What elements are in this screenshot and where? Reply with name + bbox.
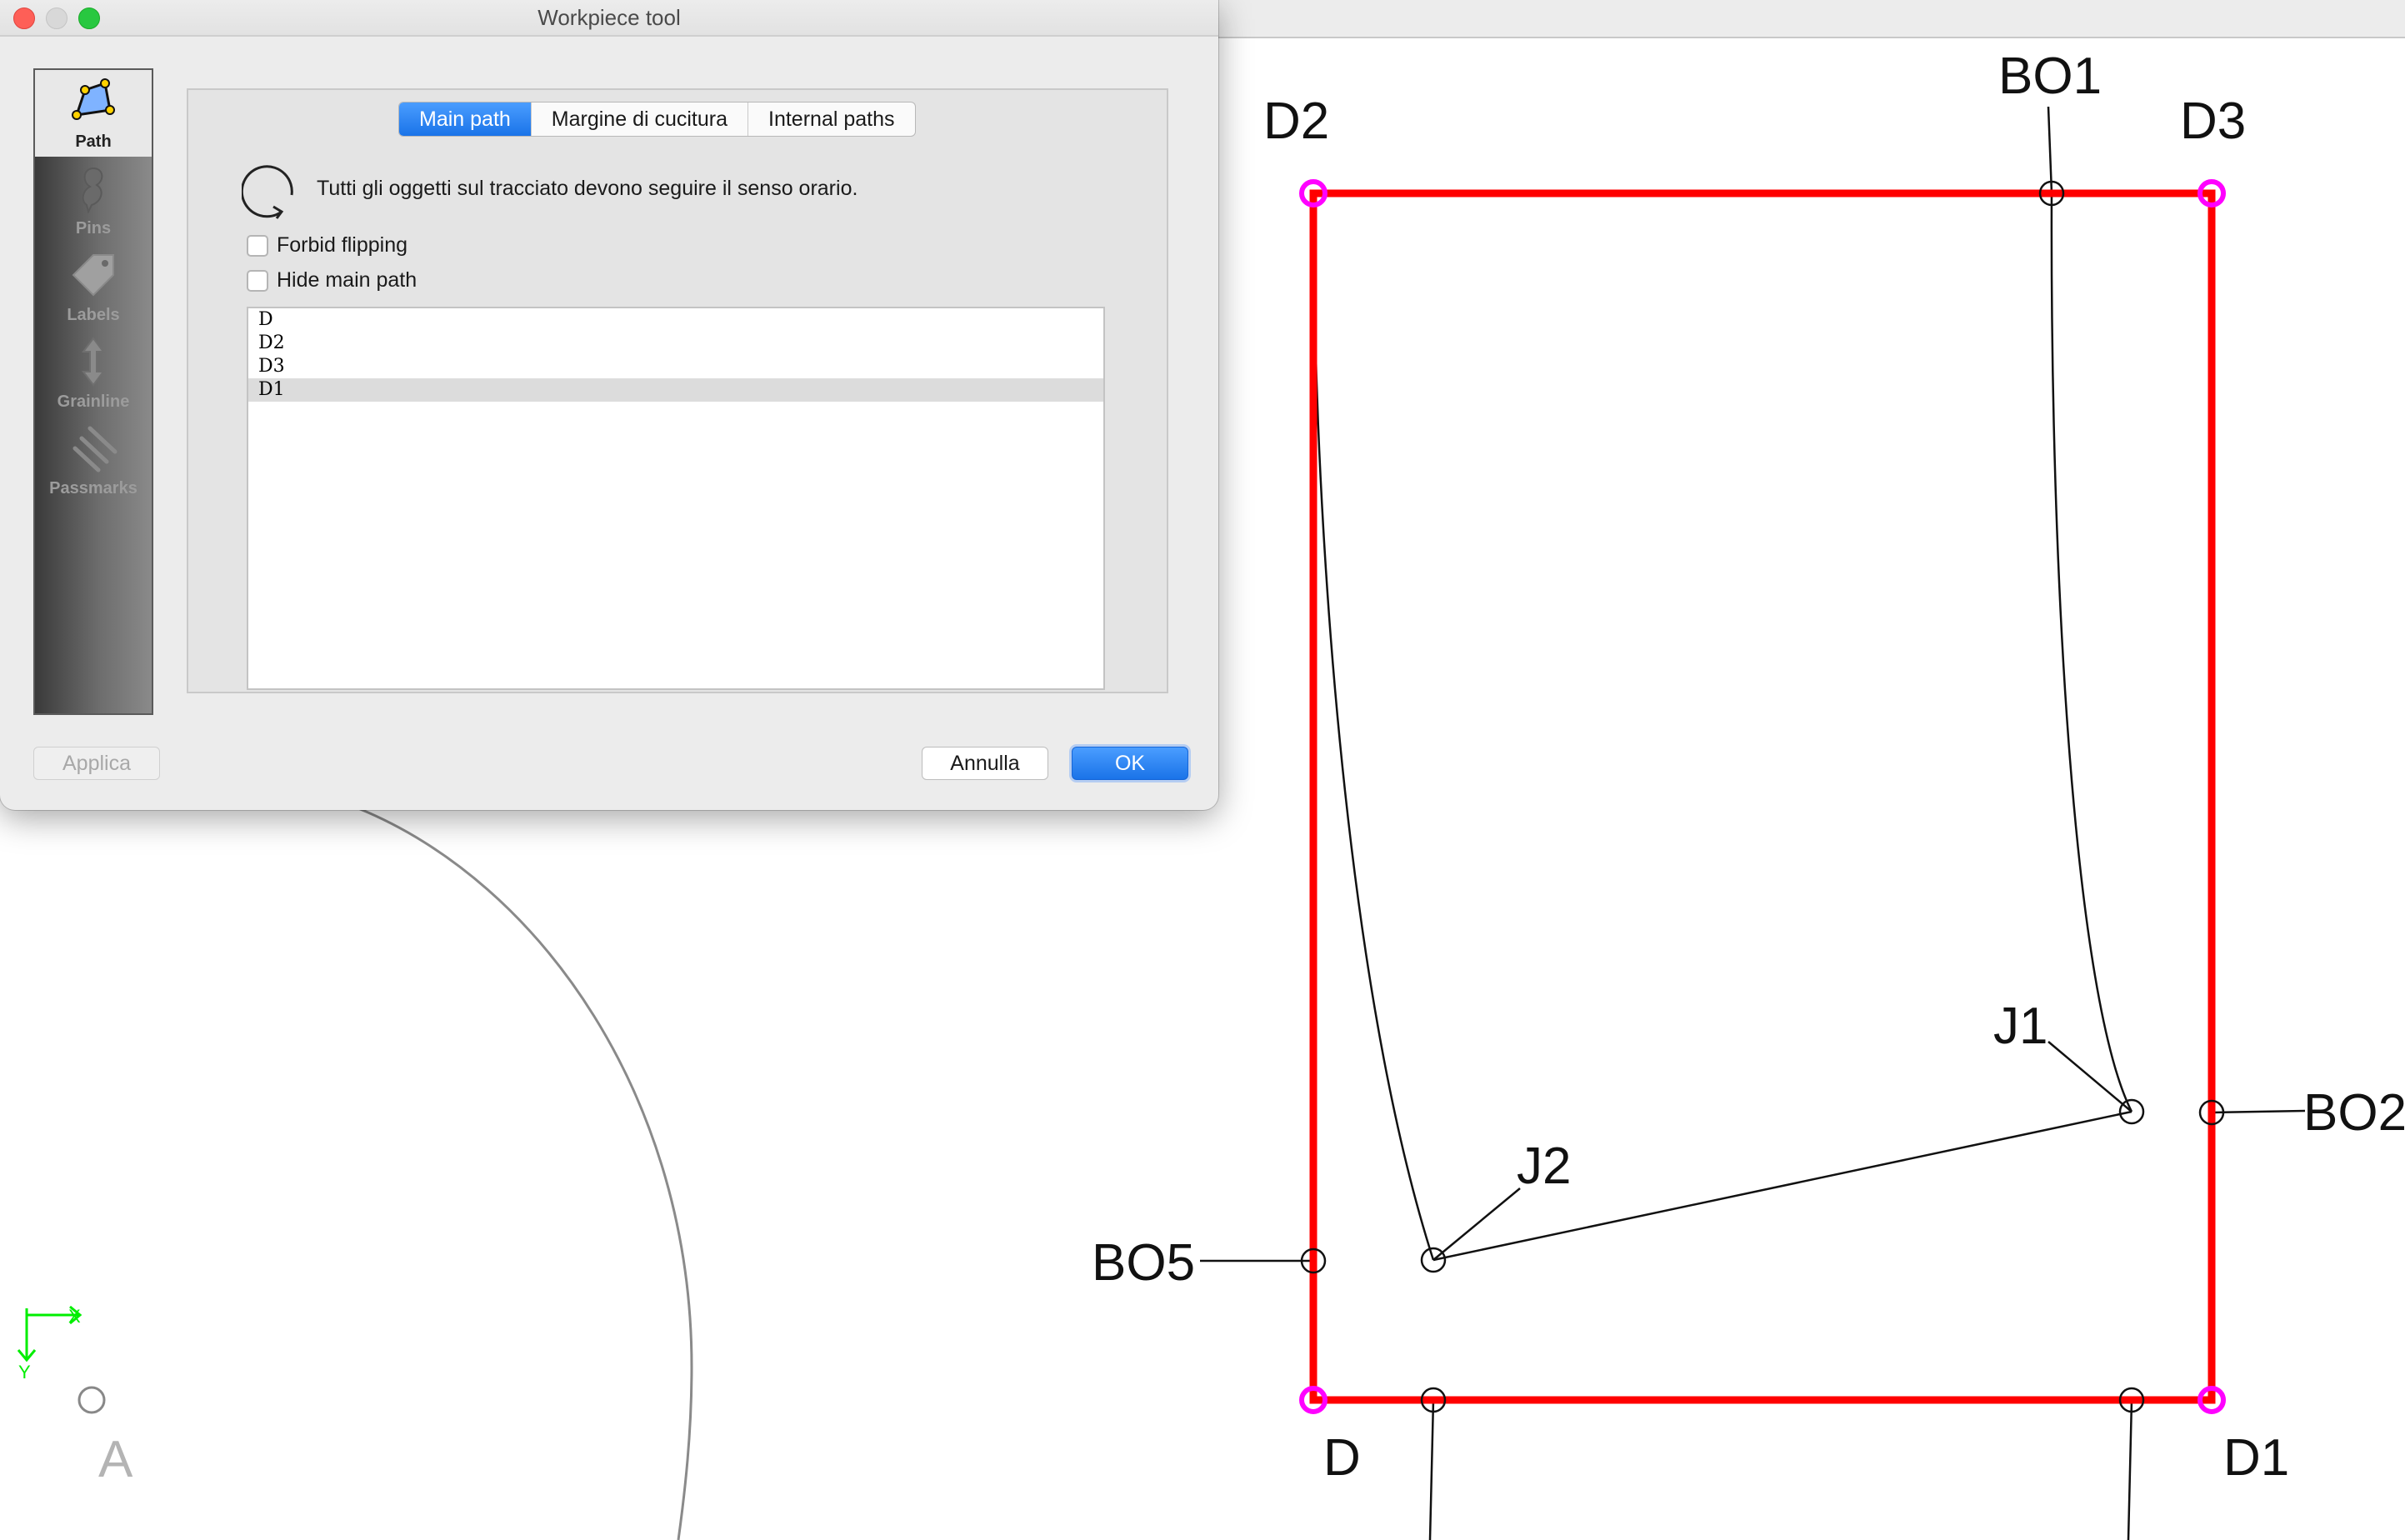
main-path-rectangle[interactable] <box>1309 189 2216 1404</box>
sidebar-item-label: Path <box>75 132 112 151</box>
point-a[interactable] <box>78 1386 106 1414</box>
construction-arc <box>358 807 693 1540</box>
list-item[interactable]: D2 <box>248 332 1103 355</box>
cancel-button[interactable]: Annulla <box>922 747 1048 780</box>
list-item[interactable]: D3 <box>248 355 1103 378</box>
sidebar-item-label: Pins <box>75 219 112 238</box>
grainline-arrow-icon <box>82 337 105 387</box>
sidebar-item-labels[interactable]: Labels <box>35 243 152 330</box>
hide-main-path-checkbox[interactable] <box>247 270 268 292</box>
sidebar-item-path[interactable]: Path <box>35 70 152 157</box>
sidebar-item-pins[interactable]: Pins <box>35 157 152 243</box>
dialog-titlebar[interactable]: Workpiece tool <box>0 0 1218 37</box>
leader-j1 <box>2048 1041 2132 1112</box>
tab-internal-paths[interactable]: Internal paths <box>748 102 915 136</box>
tab-main-path[interactable]: Main path <box>399 102 532 136</box>
label-bo1: BO1 <box>1998 48 2102 105</box>
sidebar-item-passmarks[interactable]: Passmarks <box>35 417 152 503</box>
sidebar: Path Pins Labels Grainline Passmarks <box>33 68 153 715</box>
pin-icon <box>82 167 103 213</box>
label-bo2: BO2 <box>2303 1084 2405 1142</box>
passmarks-icon <box>72 426 118 472</box>
workpiece-tool-dialog: Workpiece tool Path Pins Labels Grainlin… <box>0 0 1218 810</box>
orientation-hint: Tutti gli oggetti sul tracciato devono s… <box>317 177 858 200</box>
axis-x-label: X <box>68 1306 81 1327</box>
curve-d2-j2 <box>1313 324 1435 1261</box>
line-bo1-label <box>2047 106 2053 194</box>
list-item[interactable]: D <box>248 308 1103 332</box>
axis-y-label: Y <box>18 1362 31 1382</box>
line-bottom-right <box>2127 1399 2133 1540</box>
hide-main-path-label[interactable]: Hide main path <box>277 268 417 292</box>
list-item-selected[interactable]: D1 <box>248 378 1103 402</box>
line-bottom-left <box>1428 1399 1435 1540</box>
label-j2: J2 <box>1517 1138 1571 1195</box>
label-tag-icon <box>72 254 114 297</box>
sidebar-item-label: Passmarks <box>49 479 138 498</box>
leader-j2 <box>1432 1188 1521 1261</box>
leader-bo2 <box>2211 1109 2306 1114</box>
tab-seam-allowance[interactable]: Margine di cucitura <box>532 102 749 136</box>
label-bo5: BO5 <box>1092 1234 1195 1292</box>
clockwise-arrow-icon <box>242 165 293 219</box>
main-path-point-list[interactable]: D D2 D3 D1 <box>247 307 1105 690</box>
curve-bo1-j1 <box>2050 192 2133 1112</box>
label-d1: D1 <box>2223 1429 2289 1487</box>
sidebar-item-label: Labels <box>67 306 120 324</box>
forbid-flipping-label[interactable]: Forbid flipping <box>277 233 408 258</box>
label-a: A <box>98 1431 133 1488</box>
dialog-title: Workpiece tool <box>538 5 681 30</box>
sidebar-item-label: Grainline <box>57 392 130 411</box>
path-icon <box>72 78 115 120</box>
label-d3: D3 <box>2180 92 2246 150</box>
label-d: D <box>1323 1429 1361 1487</box>
tab-bar: Main path Margine di cucitura Internal p… <box>398 102 916 137</box>
sidebar-item-grainline[interactable]: Grainline <box>35 330 152 417</box>
forbid-flipping-checkbox[interactable] <box>247 235 268 257</box>
ok-button[interactable]: OK <box>1072 747 1188 780</box>
apply-button[interactable]: Applica <box>33 747 160 780</box>
label-d2: D2 <box>1263 92 1329 150</box>
label-j1: J1 <box>1993 998 2048 1055</box>
